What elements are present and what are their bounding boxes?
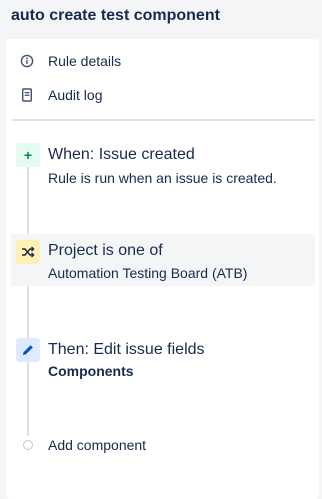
rule-details-link[interactable]: Rule details	[6, 46, 319, 76]
add-component-dot-icon	[23, 440, 33, 450]
audit-log-link[interactable]: Audit log	[6, 80, 319, 110]
trigger-step[interactable]: + When: Issue created Rule is run when a…	[11, 141, 315, 191]
condition-step[interactable]: Project is one of Automation Testing Boa…	[11, 234, 315, 286]
audit-log-label: Audit log	[48, 87, 103, 103]
action-title: Then: Edit issue fields	[48, 341, 205, 358]
action-step[interactable]: Then: Edit issue fields Components	[11, 336, 315, 386]
page-title: auto create test component	[11, 7, 220, 24]
info-icon	[20, 54, 34, 68]
plus-icon: +	[16, 143, 40, 167]
condition-title: Project is one of	[48, 242, 163, 259]
divider	[12, 119, 315, 121]
add-component-label: Add component	[48, 437, 147, 453]
document-icon	[20, 88, 34, 102]
add-component-button[interactable]: Add component	[11, 432, 315, 460]
rule-panel: Rule details Audit log + When: Issue cre…	[6, 39, 319, 499]
action-description: Components	[48, 363, 134, 379]
pencil-icon	[16, 338, 40, 362]
condition-description: Automation Testing Board (ATB)	[48, 265, 248, 281]
timeline-connector	[27, 163, 29, 436]
rule-details-label: Rule details	[48, 53, 122, 69]
trigger-title: When: Issue created	[48, 146, 195, 163]
shuffle-icon	[16, 240, 40, 264]
trigger-description: Rule is run when an issue is created.	[48, 170, 277, 186]
